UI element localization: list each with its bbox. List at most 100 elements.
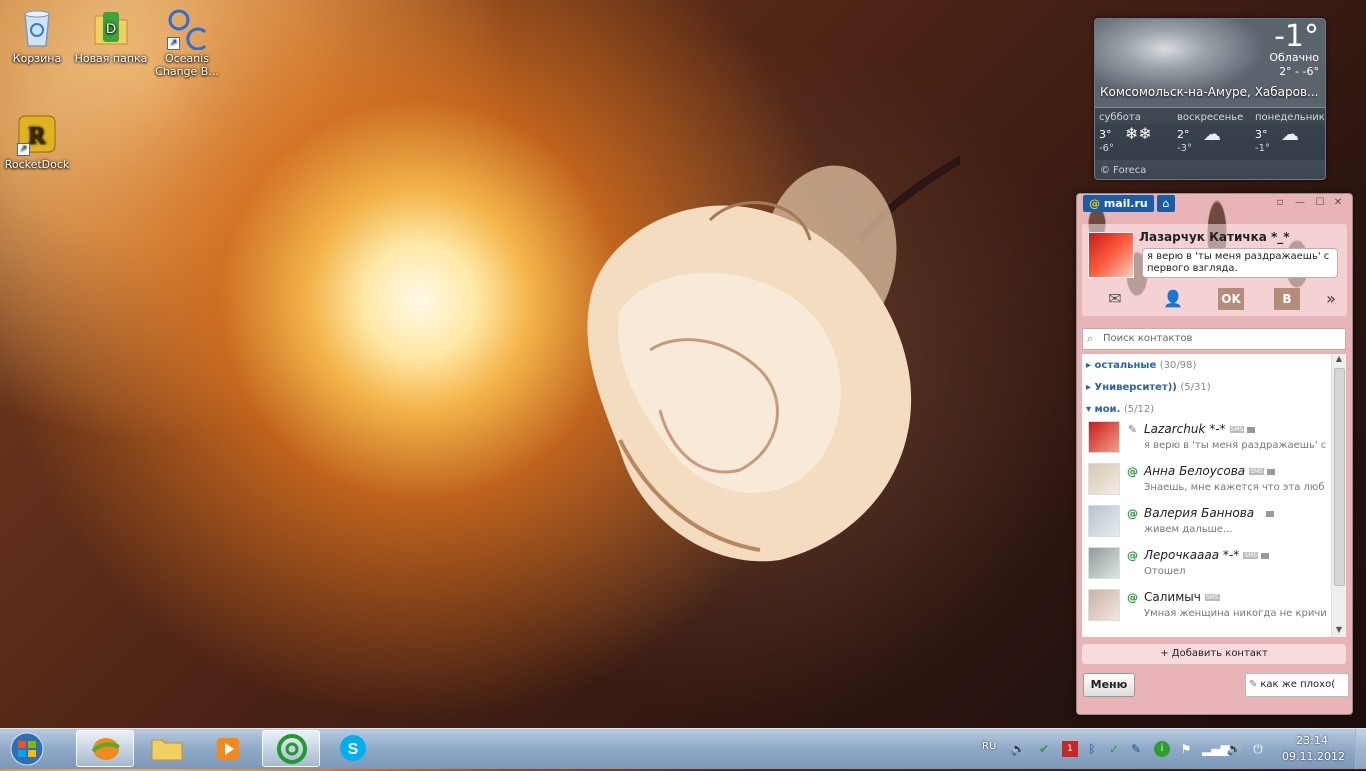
svg-text:R: R — [28, 123, 46, 149]
camera-icon — [1266, 468, 1275, 475]
contact-list-scrollbar[interactable]: ▲ ▼ — [1331, 354, 1346, 637]
group-header-university[interactable]: ▸ Университет)) (5/31) — [1086, 382, 1211, 393]
contact-list[interactable]: ▸ остальные (30/98) ▸ Университет)) (5/3… — [1082, 354, 1346, 637]
taskbar-app-rocketdock[interactable] — [76, 730, 134, 767]
group-name: остальные — [1094, 360, 1157, 371]
contact-avatar — [1088, 463, 1120, 495]
shortcut-arrow-icon: ↗ — [167, 37, 180, 50]
list-item[interactable]: @ Салимыч SMS Умная женщина никогда не кр… — [1082, 586, 1332, 628]
taskbar-app-explorer[interactable] — [138, 730, 196, 767]
forecast-high: 2° — [1177, 128, 1190, 141]
menu-button[interactable]: Меню — [1083, 673, 1135, 697]
my-status-text: как же плохо( — [1260, 679, 1336, 690]
clock[interactable]: 23:14 09.11.2012 — [1282, 733, 1345, 765]
home-icon[interactable]: ⌂ — [1157, 195, 1175, 212]
notification-badge-icon[interactable]: 1 — [1062, 741, 1078, 757]
volume-icon[interactable]: 🔊 — [1226, 741, 1242, 757]
pencil-status-icon: ✎ — [1127, 423, 1138, 436]
mailru-logo[interactable]: @ mail.ru — [1083, 195, 1154, 212]
mail-icon[interactable]: ✉ — [1102, 288, 1128, 310]
desktop-icon-label: Change B... — [155, 65, 219, 78]
online-status-icon: @ — [1127, 507, 1138, 520]
rocketdock-icon: R ↗ — [15, 112, 59, 156]
profile-status[interactable]: я верю в 'ты меня раздражаешь' с первого… — [1142, 248, 1338, 278]
weather-temperature: -1° — [1274, 19, 1319, 54]
security-check-icon[interactable]: ✔ — [1036, 741, 1052, 757]
wallpaper-rose-image — [587, 155, 960, 562]
profile-name: Лазарчук Катичка *_* — [1139, 230, 1290, 244]
show-desktop-button[interactable] — [1355, 729, 1366, 769]
clock-date: 09.11.2012 — [1282, 750, 1345, 763]
odnoklassniki-icon[interactable]: OK — [1218, 288, 1244, 310]
my-world-icon[interactable]: 👤 — [1160, 288, 1186, 310]
add-contact-button[interactable]: + Добавить контакт — [1082, 644, 1346, 664]
search-contacts-input[interactable]: ⌕ Поиск контактов — [1082, 328, 1346, 350]
taskbar-app-skype[interactable]: S — [324, 730, 382, 767]
bluetooth-icon[interactable]: ᛒ — [1084, 741, 1100, 757]
group-header-mine[interactable]: ▾ мои. (5/12) — [1086, 404, 1154, 415]
profile-panel: Лазарчук Катичка *_* я верю в 'ты меня р… — [1082, 224, 1347, 316]
more-chevron-icon[interactable]: » — [1318, 288, 1344, 310]
maximize-icon[interactable]: ☐ — [1313, 197, 1327, 209]
minimize-icon[interactable]: — — [1293, 197, 1307, 209]
contact-avatar — [1088, 547, 1120, 579]
weather-gadget[interactable]: -1° Облачно 2° - -6° Комсомольск-на-Амур… — [1094, 18, 1326, 180]
cloud-icon: ☁ — [1203, 124, 1221, 145]
forecast-low: -6° — [1099, 143, 1114, 154]
contact-name: Анна Белоусова SMS — [1144, 464, 1275, 478]
group-header-others[interactable]: ▸ остальные (30/98) — [1086, 360, 1196, 371]
forecast-day-name: воскресенье — [1177, 112, 1244, 123]
forecast-high: 3° — [1255, 128, 1268, 141]
weather-credit: © Foreca — [1100, 165, 1147, 176]
desktop-icon-new-folder[interactable]: D Новая папка — [74, 6, 148, 65]
info-icon[interactable]: i — [1154, 741, 1170, 757]
recycle-bin-icon — [15, 6, 59, 50]
camera-icon — [1266, 510, 1275, 517]
pen-icon[interactable]: ✎ — [1128, 741, 1144, 757]
window-settings-icon[interactable]: ▫ — [1273, 197, 1287, 209]
desktop-icon-recycle-bin[interactable]: Корзина — [0, 6, 74, 65]
forecast-day-name: суббота — [1099, 112, 1141, 123]
scroll-up-icon[interactable]: ▲ — [1332, 354, 1346, 366]
profile-toolbar: ✉ 👤 OK B » — [1082, 286, 1347, 314]
agent-titlebar[interactable]: @ mail.ru ⌂ ▫ — ☐ ✕ — [1077, 194, 1352, 214]
desktop-icon-oceanis[interactable]: ↗ Oceanis Change B... — [150, 6, 224, 78]
vkontakte-icon[interactable]: B — [1274, 288, 1300, 310]
desktop-icon-rocketdock[interactable]: R ↗ RocketDock — [0, 112, 74, 171]
chevron-right-icon: ▸ — [1086, 360, 1092, 371]
contact-status: я верю в 'ты меня раздражаешь' с — [1144, 440, 1327, 451]
group-count: (5/31) — [1180, 382, 1211, 393]
list-item[interactable]: ✎ Lazarchuk *-* SMS я верю в 'ты меня раз… — [1082, 418, 1332, 460]
scroll-down-icon[interactable]: ▼ — [1332, 625, 1346, 637]
online-status-icon: @ — [1127, 465, 1138, 478]
list-item[interactable]: @ Валерия Баннова живем дальше... — [1082, 502, 1332, 544]
taskbar-app-mailru-agent[interactable] — [262, 730, 320, 767]
at-icon: @ — [1089, 197, 1100, 210]
language-indicator[interactable]: RU — [982, 741, 996, 752]
mailru-agent-window[interactable]: @ mail.ru ⌂ ▫ — ☐ ✕ Лазарчук Катичка *_*… — [1076, 193, 1353, 715]
weather-range: 2° - -6° — [1279, 65, 1319, 78]
avatar[interactable] — [1088, 232, 1134, 278]
speaker-icon[interactable]: 🔈 — [1010, 741, 1026, 757]
power-icon[interactable]: ⏻ — [1250, 741, 1266, 757]
close-icon[interactable]: ✕ — [1331, 197, 1345, 209]
contact-status: Отошел — [1144, 566, 1186, 577]
start-button[interactable] — [3, 731, 51, 767]
forecast-low: -3° — [1177, 143, 1192, 154]
pencil-icon: ✎ — [1249, 679, 1258, 690]
taskbar-app-media-player[interactable] — [200, 730, 258, 767]
contact-avatar — [1088, 589, 1120, 621]
camera-icon — [1247, 426, 1256, 433]
contact-name: Валерия Баннова — [1144, 506, 1275, 520]
my-status-field[interactable]: ✎ как же плохо( — [1245, 673, 1349, 697]
scrollbar-thumb[interactable] — [1334, 368, 1345, 586]
network-signal-icon[interactable]: ▂▄▆ — [1202, 741, 1230, 757]
list-item[interactable]: @ Лерочкаааа *-* SMS Отошел — [1082, 544, 1332, 586]
shield-check-icon[interactable]: ✓ — [1106, 741, 1122, 757]
contact-status: Знаешь, мне кажется что эта люб — [1144, 482, 1325, 493]
list-item[interactable]: @ Анна Белоусова SMS Знаешь, мне кажется … — [1082, 460, 1332, 502]
svg-text:D: D — [106, 20, 116, 36]
chevron-down-icon: ▾ — [1086, 404, 1092, 415]
action-center-flag-icon[interactable]: ⚑ — [1178, 741, 1194, 757]
desktop-icon-label: Корзина — [12, 52, 62, 65]
